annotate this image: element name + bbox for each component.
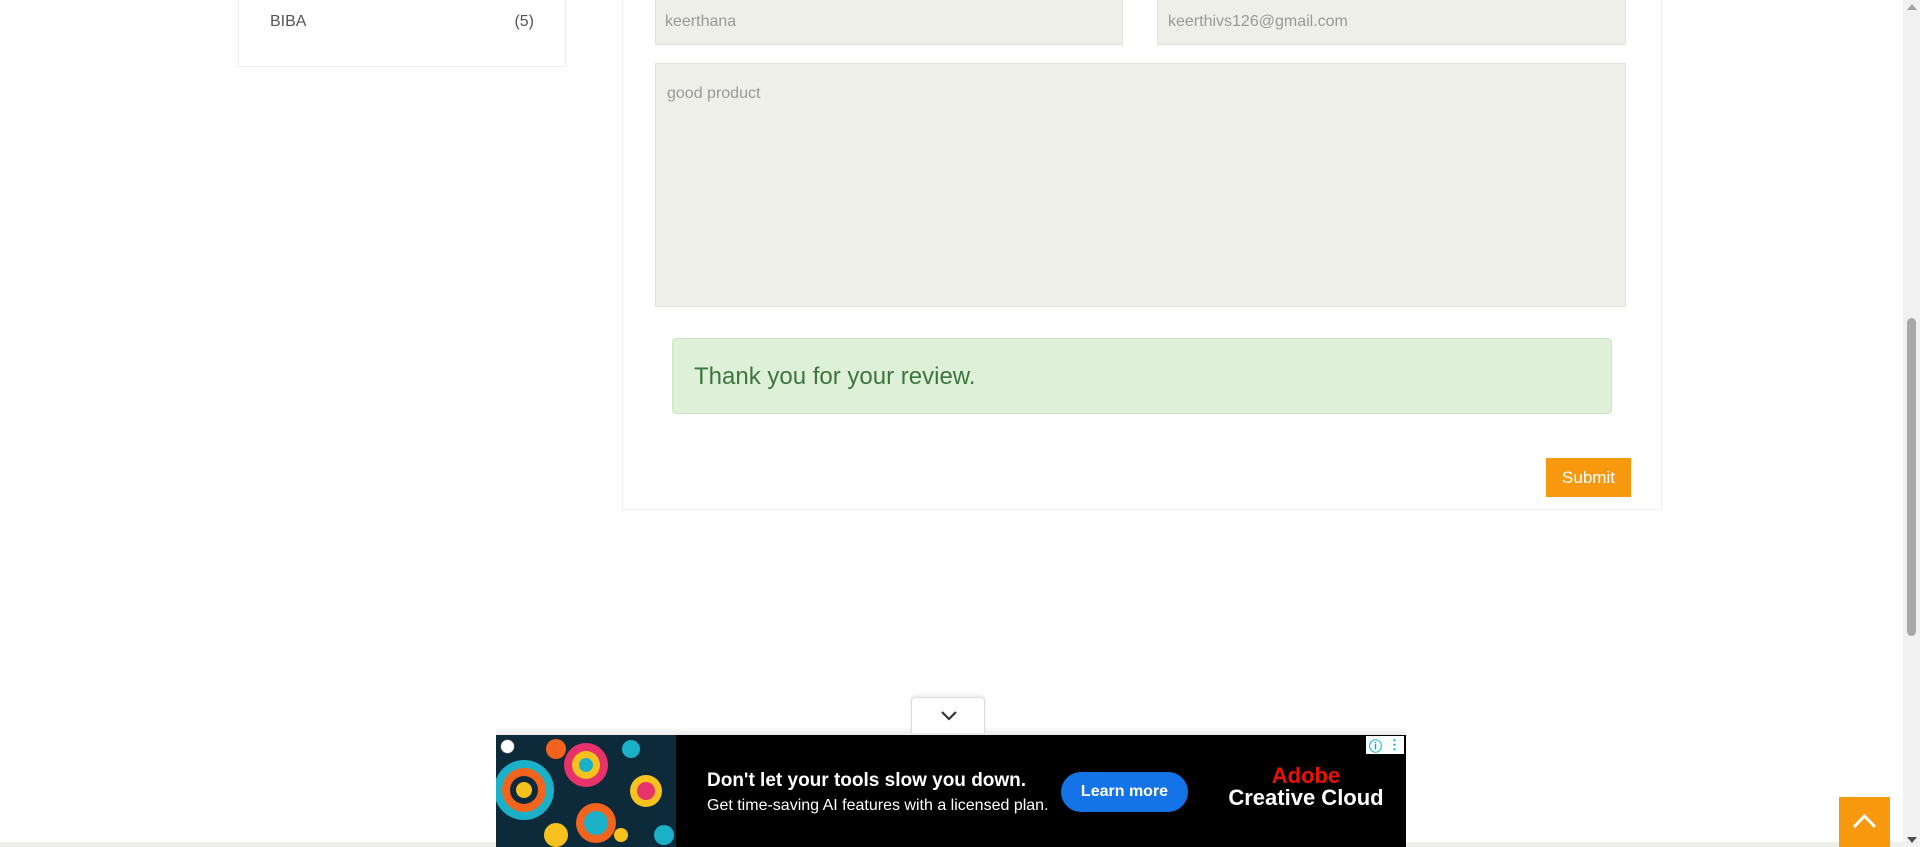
brand-filter-panel	[238, 0, 566, 67]
back-to-top-button[interactable]	[1839, 797, 1890, 847]
brand-filter-count: (5)	[514, 13, 534, 30]
scrollbar-thumb[interactable]	[1907, 318, 1916, 636]
ad-choices[interactable]: ⓘ ⋮	[1366, 736, 1404, 754]
ad-banner[interactable]: Don't let your tools slow you down. Get …	[496, 735, 1406, 847]
ad-privacy-icon[interactable]	[500, 739, 515, 754]
brand-filter-label: BIBA	[270, 13, 307, 30]
page-scrollbar[interactable]	[1903, 0, 1920, 847]
chevron-up-icon	[1852, 813, 1877, 829]
chevron-down-icon	[941, 711, 957, 721]
brand-filter-item[interactable]: BIBA (5)	[270, 13, 534, 31]
ad-learn-more-button[interactable]: Learn more	[1061, 772, 1188, 812]
ad-subline: Get time-saving AI features with a licen…	[707, 797, 1049, 814]
name-field[interactable]: keerthana	[655, 0, 1123, 45]
ad-headline: Don't let your tools slow you down.	[707, 770, 1027, 791]
kebab-menu-icon[interactable]: ⋮	[1385, 736, 1404, 754]
ad-floral-artwork	[496, 735, 676, 847]
review-textarea[interactable]: good product	[655, 63, 1626, 307]
success-alert: Thank you for your review.	[672, 338, 1612, 414]
submit-button[interactable]: Submit	[1546, 458, 1631, 497]
ad-collapse-button[interactable]	[911, 697, 985, 733]
ad-product-name: Creative Cloud	[1228, 785, 1384, 810]
info-icon[interactable]: ⓘ	[1366, 736, 1385, 754]
email-field[interactable]: keerthivs126@gmail.com	[1157, 0, 1626, 45]
scroll-down-arrow-icon[interactable]	[1907, 837, 1917, 843]
scroll-up-arrow-icon[interactable]	[1907, 4, 1917, 10]
